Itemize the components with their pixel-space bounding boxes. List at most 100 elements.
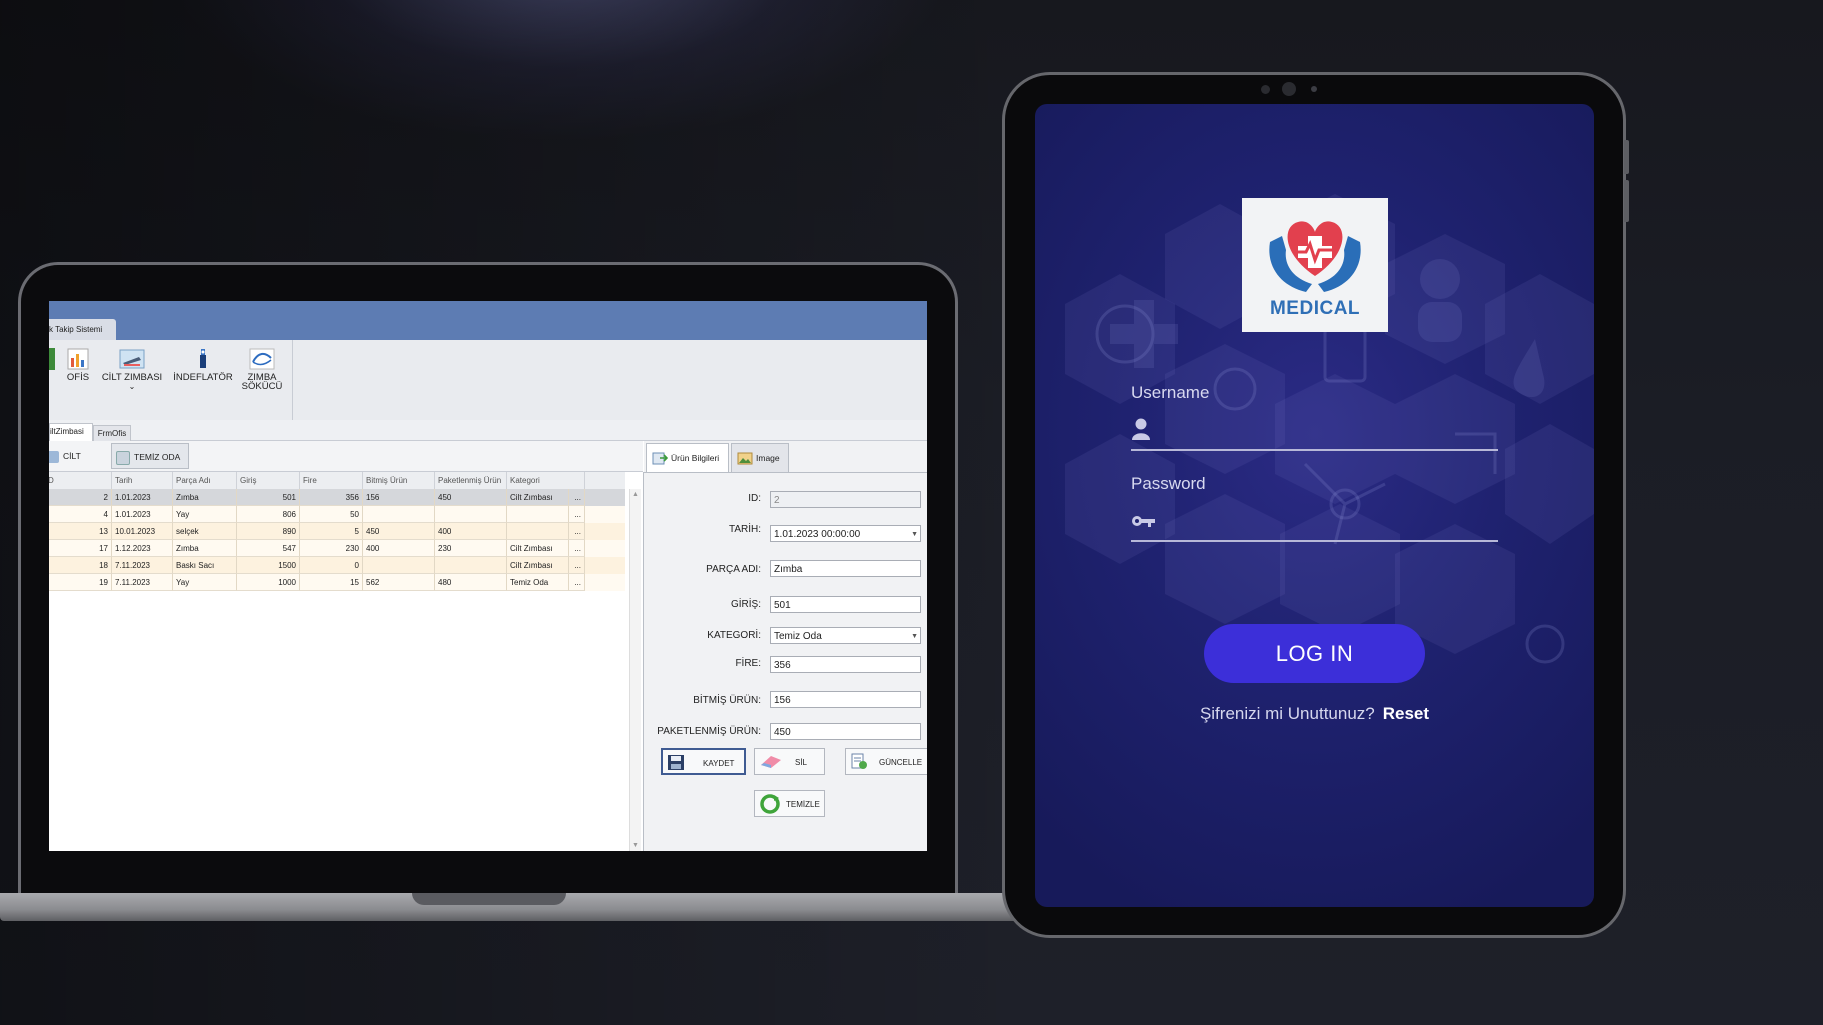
cell-id: 2 (49, 489, 112, 506)
scroll-up-icon[interactable]: ▲ (632, 491, 639, 498)
stapler-icon (49, 450, 59, 463)
forgot-password-text: Şifrenizi mi Unuttunuz? (1199, 704, 1375, 723)
password-input[interactable] (1159, 507, 1498, 537)
guncelle-button[interactable]: GÜNCELLE (845, 748, 927, 775)
ribbon-cilt-zimbasi-button[interactable]: CİLT ZIMBASI ⌄ (99, 348, 165, 391)
staple-remover-icon (249, 348, 275, 370)
category-tabs: CİLT ZIMBASI TEMİZ ODA (49, 441, 643, 487)
kategori-select[interactable]: Temiz Oda ▼ (770, 627, 921, 644)
cell-paket (435, 557, 507, 574)
sil-label: SİL (795, 758, 808, 767)
column-header-paket[interactable]: Paketlenmiş Ürün (435, 472, 507, 489)
temizle-button[interactable]: TEMİZLE (754, 790, 825, 817)
cell-kategori: Cilt Zımbası (507, 557, 569, 574)
cell-more[interactable]: ... (569, 489, 585, 506)
cell-giris: 547 (237, 540, 300, 557)
table-row[interactable]: 18 7.11.2023 Baskı Sacı 1500 0 Cilt Zımb… (49, 557, 625, 574)
reset-link[interactable]: Reset (1383, 704, 1429, 723)
laptop-notch (412, 893, 566, 905)
login-button[interactable]: LOG IN (1204, 624, 1425, 683)
cell-paket: 450 (435, 489, 507, 506)
tab-frmofis-doc[interactable]: FrmOfis (93, 425, 131, 441)
cell-giris: 806 (237, 506, 300, 523)
cell-more[interactable]: ... (569, 506, 585, 523)
tarih-value: 1.01.2023 00:00:00 (774, 529, 861, 540)
cell-kategori: Temiz Oda (507, 574, 569, 591)
cell-bitmis: 156 (363, 489, 435, 506)
cell-bitmis: 400 (363, 540, 435, 557)
column-header-giris[interactable]: Giriş (237, 472, 300, 489)
image-icon (737, 452, 753, 465)
tarih-date-picker[interactable]: 1.01.2023 00:00:00 ▼ (770, 525, 921, 542)
cell-parca: Yay (173, 574, 237, 591)
cell-id: 18 (49, 557, 112, 574)
cell-more[interactable]: ... (569, 574, 585, 591)
ribbon-ofis-button[interactable]: OFİS (65, 348, 91, 382)
cell-fire: 15 (300, 574, 363, 591)
column-header-tarih[interactable]: Tarih (112, 472, 173, 489)
table-row[interactable]: 2 1.01.2023 Zımba 501 356 156 450 Cilt Z… (49, 489, 625, 506)
tab-image-label: Image (756, 453, 780, 463)
giris-field[interactable]: 501 (770, 596, 921, 613)
cell-fire: 5 (300, 523, 363, 540)
cell-bitmis (363, 506, 435, 523)
heart-hands-icon (1269, 221, 1361, 292)
window-title: k Takip Sistemi (49, 319, 116, 340)
column-header-id[interactable]: D (49, 472, 112, 489)
ribbon-indeflator-button[interactable]: İNDEFLATÖR (169, 348, 237, 382)
parca-adi-field[interactable]: Zımba (770, 560, 921, 577)
cell-more[interactable]: ... (569, 540, 585, 557)
kategori-label: KATEGORİ: (707, 630, 761, 641)
dropdown-arrow-icon[interactable]: ▼ (911, 526, 918, 543)
window-title-bar: k Takip Sistemi (49, 301, 927, 340)
stapler-icon (119, 349, 145, 369)
ribbon-ofis-label: OFİS (66, 372, 90, 383)
id-field: 2 (770, 491, 921, 508)
ribbon-zimba-sokucu-button[interactable]: ZIMBA SÖKÜCÜ (239, 348, 285, 391)
table-row[interactable]: 13 10.01.2023 selçek 890 5 450 400 ... (49, 523, 625, 540)
tab-cilt-zimbasi[interactable]: CİLT ZIMBASI (49, 443, 109, 487)
kaydet-label: KAYDET (703, 759, 735, 768)
tab-temiz-oda-label: TEMİZ ODA (134, 452, 181, 462)
password-label: Password (1131, 474, 1206, 493)
cell-tarih: 7.11.2023 (112, 557, 173, 574)
tarih-label: TARİH: (728, 524, 761, 535)
parca-adi-label: PARÇA ADI: (706, 564, 761, 575)
tab-cilt-zimbasi-doc[interactable]: iltZimbasi (49, 423, 93, 441)
cell-more[interactable]: ... (569, 557, 585, 574)
tab-temiz-oda[interactable]: TEMİZ ODA (111, 443, 189, 469)
cell-kategori (507, 506, 569, 523)
detail-panel: Ürün Bilgileri Image ID: 2 TARİH: 1.01.2… (644, 441, 927, 851)
dropdown-arrow-icon[interactable]: ▼ (911, 628, 918, 645)
key-icon (1132, 516, 1155, 527)
tablet-sensor (1261, 85, 1270, 94)
user-icon (1132, 418, 1150, 440)
ribbon-sokucu-label: SÖKÜCÜ (241, 381, 283, 392)
column-header-fire[interactable]: Fire (300, 472, 363, 489)
scroll-down-icon[interactable]: ▼ (632, 842, 639, 849)
cell-more[interactable]: ... (569, 523, 585, 540)
fire-field[interactable]: 356 (770, 656, 921, 673)
cell-bitmis (363, 557, 435, 574)
paketlenmis-urun-field[interactable]: 450 (770, 723, 921, 740)
kaydet-button[interactable]: KAYDET (661, 748, 746, 775)
cell-kategori: Cilt Zımbası (507, 489, 569, 506)
tab-image[interactable]: Image (731, 443, 789, 472)
grid-scrollbar[interactable]: ▲ ▼ (629, 489, 641, 851)
bitmis-urun-field[interactable]: 156 (770, 691, 921, 708)
tablet-sensor (1311, 86, 1317, 92)
column-header-bitmis[interactable]: Bitmiş Ürün (363, 472, 435, 489)
eraser-icon (761, 756, 781, 768)
username-input[interactable] (1159, 416, 1498, 446)
table-row[interactable]: 19 7.11.2023 Yay 1000 15 562 480 Temiz O… (49, 574, 625, 591)
table-row[interactable]: 17 1.12.2023 Zımba 547 230 400 230 Cilt … (49, 540, 625, 557)
cell-tarih: 1.12.2023 (112, 540, 173, 557)
tab-urun-bilgileri[interactable]: Ürün Bilgileri (646, 443, 729, 472)
column-header-kategori[interactable]: Kategori (507, 472, 585, 489)
table-row[interactable]: 4 1.01.2023 Yay 806 50 ... (49, 506, 625, 523)
clean-room-icon (116, 450, 130, 465)
cell-parca: Zımba (173, 540, 237, 557)
cell-tarih: 7.11.2023 (112, 574, 173, 591)
sil-button[interactable]: SİL (754, 748, 825, 775)
column-header-parca[interactable]: Parça Adı (173, 472, 237, 489)
